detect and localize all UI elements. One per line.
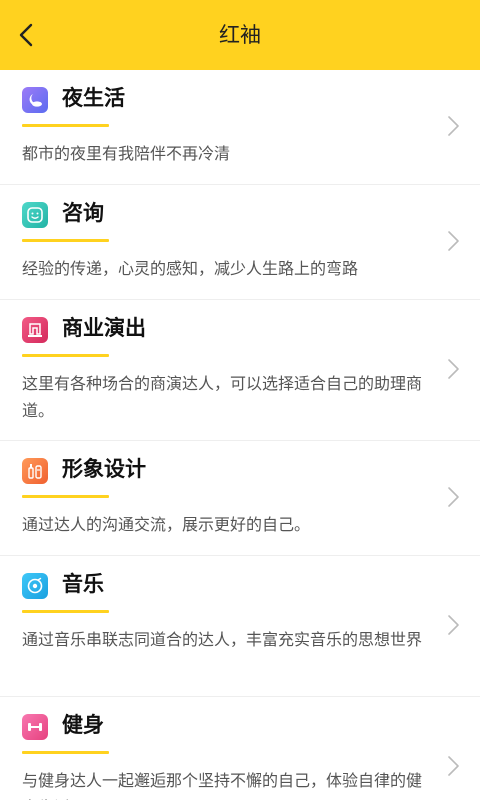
item-title: 健身 (62, 713, 104, 737)
list-item-fitness[interactable]: 健身 与健身达人一起邂逅那个坚持不懈的自己，体验自律的健身生活 (0, 697, 480, 800)
category-list: 夜生活 都市的夜里有我陪伴不再冷清 咨询 经验的传递，心灵的感知，减少人生路上的… (0, 70, 480, 800)
chevron-right-icon (448, 116, 459, 136)
item-title: 夜生活 (62, 86, 125, 110)
app-header: 红袖 (0, 0, 480, 70)
chevron-right-icon (448, 231, 459, 251)
smiley-icon (22, 202, 48, 228)
chevron-right-icon (448, 359, 459, 379)
title-underline (22, 239, 109, 242)
item-description: 通过音乐串联志同道合的达人，丰富充实音乐的思想世界 (22, 630, 423, 649)
title-underline (22, 610, 109, 613)
item-description: 经验的传递，心灵的感知，减少人生路上的弯路 (22, 259, 359, 278)
item-description: 这里有各种场合的商演达人，可以选择适合自己的助理商道。 (22, 374, 423, 420)
page-title: 红袖 (219, 23, 261, 47)
item-title: 商业演出 (62, 316, 146, 340)
list-item-image-design[interactable]: 形象设计 通过达人的沟通交流，展示更好的自己。 (0, 441, 480, 556)
item-description: 都市的夜里有我陪伴不再冷清 (22, 144, 231, 163)
cosmetics-icon (22, 458, 48, 484)
item-title: 咨询 (62, 201, 104, 225)
title-underline (22, 124, 109, 127)
title-underline (22, 495, 109, 498)
music-disc-icon (22, 573, 48, 599)
moon-cloud-icon (22, 87, 48, 113)
list-item-nightlife[interactable]: 夜生活 都市的夜里有我陪伴不再冷清 (0, 70, 480, 185)
item-description: 通过达人的沟通交流，展示更好的自己。 (22, 515, 311, 534)
item-title: 音乐 (62, 572, 104, 596)
list-item-consulting[interactable]: 咨询 经验的传递，心灵的感知，减少人生路上的弯路 (0, 185, 480, 300)
chevron-right-icon (448, 487, 459, 507)
chevron-right-icon (448, 615, 459, 635)
list-item-commercial-show[interactable]: 商业演出 这里有各种场合的商演达人，可以选择适合自己的助理商道。 (0, 300, 480, 441)
item-description: 与健身达人一起邂逅那个坚持不懈的自己，体验自律的健身生活 (22, 771, 423, 800)
title-underline (22, 354, 109, 357)
stage-icon (22, 317, 48, 343)
list-item-music[interactable]: 音乐 通过音乐串联志同道合的达人，丰富充实音乐的思想世界 (0, 556, 480, 697)
chevron-right-icon (448, 756, 459, 776)
item-title: 形象设计 (62, 457, 146, 481)
title-underline (22, 751, 109, 754)
dumbbell-icon (22, 714, 48, 740)
